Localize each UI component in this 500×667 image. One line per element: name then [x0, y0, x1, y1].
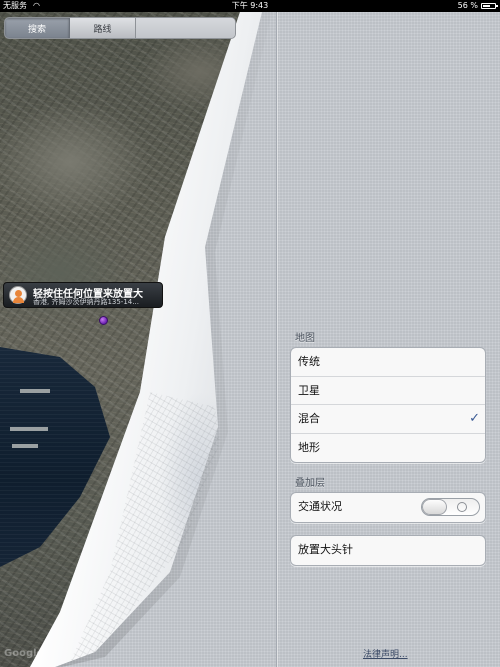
pier — [20, 389, 50, 393]
overlay-section-label: 叠加层 — [295, 478, 325, 489]
map-type-hybrid[interactable]: 混合 ✓ — [291, 405, 485, 434]
map-section-label: 地图 — [295, 333, 315, 344]
battery-icon — [481, 3, 498, 9]
status-bar: 无服务 ◠ 下午 9:43 56 % — [0, 0, 500, 12]
pin-callout[interactable]: 轻按住任何位置来放置大 香港, 齐姆沙茨伊纳丹路135-14... — [3, 282, 163, 308]
callout-subtitle: 香港, 齐姆沙茨伊纳丹路135-14... — [33, 298, 139, 306]
overlay-list: 交通状况 — [290, 492, 486, 523]
google-logo: Google — [4, 648, 44, 659]
map-type-standard[interactable]: 传统 — [291, 348, 485, 377]
map-type-terrain[interactable]: 地形 — [291, 434, 485, 463]
map-type-label: 传统 — [298, 355, 320, 368]
checkmark-icon: ✓ — [469, 411, 480, 426]
battery-percent: 56 % — [457, 1, 478, 10]
pier — [12, 444, 38, 448]
map-type-label: 地形 — [298, 440, 320, 454]
search-directions-control[interactable]: 搜索 路线 — [4, 17, 236, 39]
panel-divider — [276, 12, 277, 667]
map-type-satellite[interactable]: 卫星 — [291, 377, 485, 405]
legal-notices-link[interactable]: 法律声明... — [363, 647, 408, 660]
map-type-label: 卫星 — [298, 383, 320, 397]
toggle-knob — [422, 499, 447, 515]
traffic-toggle[interactable] — [421, 498, 480, 516]
drop-pin-group: 放置大头针 — [290, 535, 486, 566]
pier — [10, 427, 48, 431]
dropped-pin-icon[interactable] — [99, 316, 108, 325]
traffic-row: 交通状况 — [291, 493, 485, 522]
drop-pin-label: 放置大头针 — [298, 543, 353, 556]
map-type-list: 传统 卫星 混合 ✓ 地形 — [290, 347, 486, 463]
clock: 下午 9:43 — [231, 1, 269, 10]
directions-tab[interactable]: 路线 — [70, 18, 136, 38]
drop-pin-button[interactable]: 放置大头针 — [291, 536, 485, 565]
toggle-off-icon — [457, 502, 467, 512]
toolbar-blank — [136, 18, 235, 38]
traffic-label: 交通状况 — [298, 500, 342, 513]
search-tab[interactable]: 搜索 — [5, 18, 70, 38]
map-type-label: 混合 — [298, 412, 320, 425]
person-icon — [9, 286, 27, 304]
